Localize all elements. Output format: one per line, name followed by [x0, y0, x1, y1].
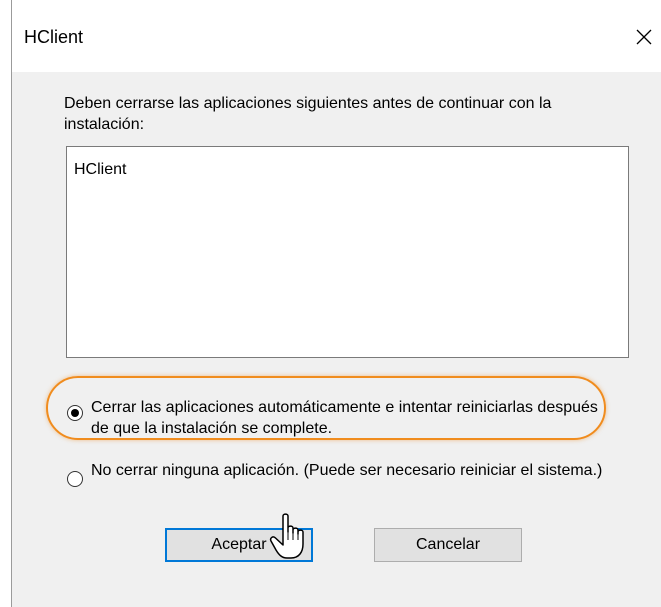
hand-pointer-icon — [269, 513, 304, 559]
radio-close-apps-label: Cerrar las aplicaciones automáticamente … — [91, 399, 598, 437]
cancel-button-label: Cancelar — [415, 536, 481, 553]
instruction-text: Deben cerrarse las aplicaciones siguient… — [64, 95, 552, 133]
title-bar: HClient — [12, 0, 661, 72]
radio-do-not-close-label: No cerrar ninguna aplicación. (Puede ser… — [91, 462, 603, 479]
close-button[interactable] — [627, 17, 661, 57]
radio-button-selected[interactable] — [67, 405, 83, 421]
window-title: HClient — [24, 27, 84, 47]
cancel-button[interactable]: Cancelar — [374, 528, 522, 562]
list-item[interactable]: HClient — [74, 161, 126, 179]
applications-listbox[interactable]: HClient — [66, 146, 629, 358]
radio-dot — [71, 409, 79, 417]
radio-button[interactable] — [67, 471, 83, 487]
installer-dialog: HClient Deben cerrarse las aplicaciones … — [11, 0, 661, 607]
close-icon — [636, 29, 652, 45]
accept-button-label: Aceptar — [211, 536, 267, 553]
